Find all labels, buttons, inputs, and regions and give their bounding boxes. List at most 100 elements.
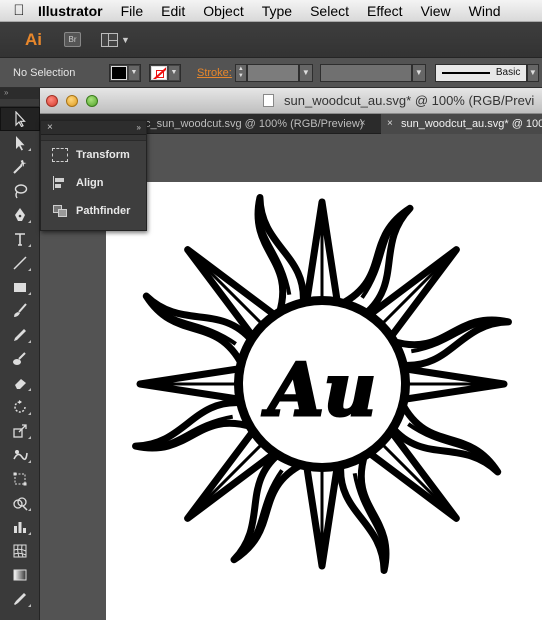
illustrator-logo: Ai	[25, 29, 42, 49]
close-panel-icon[interactable]: ×	[47, 121, 53, 135]
sun-woodcut-artwork[interactable]: Au	[124, 188, 524, 588]
blob-brush-icon	[13, 352, 26, 365]
apple-menu-icon[interactable]: 	[0, 2, 38, 19]
zoom-window-button[interactable]	[86, 95, 98, 107]
stroke-color-control[interactable]: ▼	[149, 63, 181, 82]
eyedropper-icon	[14, 593, 26, 605]
transform-icon	[52, 148, 68, 162]
pencil-tool[interactable]	[0, 323, 40, 347]
type-tool[interactable]	[0, 227, 40, 251]
stroke-weight-dropdown[interactable]: ▼	[298, 63, 313, 82]
pathfinder-icon	[52, 204, 68, 218]
svg-document-icon	[263, 94, 274, 107]
toolbox-collapse-grip[interactable]: »	[0, 88, 39, 99]
pencil-icon	[14, 329, 26, 341]
menu-select[interactable]: Select	[310, 3, 349, 19]
chevron-down-icon[interactable]: ▼	[129, 65, 139, 80]
control-bar: No Selection ▼ ▼ Stroke: ▲ ▼ ▼ ▼ Basic ▼	[0, 58, 542, 88]
wavy-flame-ray	[388, 316, 512, 369]
pen-icon	[15, 208, 25, 221]
blob-brush-tool[interactable]	[0, 347, 40, 371]
expand-panel-icon[interactable]: »	[137, 121, 141, 135]
artboard[interactable]: Au	[106, 182, 542, 620]
app-menu[interactable]: Illustrator	[38, 3, 103, 19]
menu-effect[interactable]: Effect	[367, 3, 403, 19]
rotate-tool[interactable]	[0, 395, 40, 419]
graph-tool[interactable]	[0, 515, 40, 539]
tab-sun-woodcut-au[interactable]: × sun_woodcut_au.svg* @ 100% (RGB/Prev	[381, 114, 542, 134]
warp-icon	[13, 450, 28, 461]
close-tab-icon[interactable]: ×	[355, 114, 370, 134]
fill-color-control[interactable]: ▼	[109, 63, 141, 82]
mesh-icon	[13, 544, 27, 558]
rectangle-icon	[14, 283, 26, 292]
gradient-icon	[13, 569, 27, 581]
close-tab-icon[interactable]: ×	[387, 114, 393, 134]
application-bar: Ai Br ▼	[0, 22, 542, 58]
bar-graph-icon	[14, 522, 26, 533]
menu-file[interactable]: File	[121, 3, 144, 19]
magic-wand-icon	[13, 160, 27, 174]
stroke-none-swatch[interactable]	[151, 65, 167, 80]
panel-item-label: Align	[76, 177, 104, 189]
menu-object[interactable]: Object	[203, 3, 243, 19]
arrange-documents-button[interactable]: ▼	[101, 32, 130, 47]
brush-stroke-preview	[441, 71, 490, 74]
variable-width-profile-field[interactable]	[319, 63, 412, 82]
eraser-icon	[15, 379, 26, 389]
paintbrush-tool[interactable]	[0, 299, 40, 323]
menu-view[interactable]: View	[421, 3, 451, 19]
scale-tool[interactable]	[0, 419, 40, 443]
warp-tool[interactable]	[0, 443, 40, 467]
menu-window[interactable]: Wind	[469, 3, 501, 19]
panel-item-align[interactable]: Align	[41, 169, 146, 197]
wavy-flame-ray	[132, 399, 256, 452]
toolbox-drag-grip[interactable]	[0, 99, 39, 107]
panel-item-transform[interactable]: Transform	[41, 141, 146, 169]
panel-header[interactable]: × »	[41, 121, 146, 135]
eraser-tool[interactable]	[0, 371, 40, 395]
stroke-weight-spinner[interactable]: ▲ ▼	[234, 63, 247, 82]
bridge-button[interactable]: Br	[64, 32, 81, 47]
tools-panel: »	[0, 88, 40, 620]
wavy-flame-ray	[254, 194, 307, 318]
brush-dropdown[interactable]: ▼	[526, 63, 539, 82]
free-transform-tool[interactable]	[0, 467, 40, 491]
stroke-panel-link[interactable]: Stroke:	[197, 67, 232, 79]
selection-arrow-icon	[15, 111, 26, 127]
direct-selection-tool[interactable]	[0, 131, 40, 155]
panel-item-label: Pathfinder	[76, 205, 131, 217]
menu-edit[interactable]: Edit	[161, 3, 185, 19]
selection-status: No Selection	[13, 66, 76, 79]
gradient-tool[interactable]	[0, 563, 40, 587]
rotate-icon	[14, 400, 26, 413]
minimize-window-button[interactable]	[66, 95, 78, 107]
magic-wand-tool[interactable]	[0, 155, 40, 179]
align-icon	[52, 176, 68, 190]
lasso-tool[interactable]	[0, 179, 40, 203]
tab-label: sun_woodcut_au.svg* @ 100% (RGB/Prev	[401, 118, 542, 130]
shape-builder-tool[interactable]	[0, 491, 40, 515]
pen-tool[interactable]	[0, 203, 40, 227]
profile-dropdown[interactable]: ▼	[411, 63, 426, 82]
eyedropper-tool[interactable]	[0, 587, 40, 611]
panel-item-pathfinder[interactable]: Pathfinder	[41, 197, 146, 225]
lasso-icon	[14, 184, 28, 199]
rectangle-tool[interactable]	[0, 275, 40, 299]
free-transform-icon	[13, 472, 27, 486]
arrange-grid-icon	[101, 32, 118, 47]
menu-type[interactable]: Type	[262, 3, 292, 19]
panel-item-label: Transform	[76, 149, 130, 161]
mac-menu-bar:  Illustrator File Edit Object Type Sele…	[0, 0, 542, 22]
document-title-bar[interactable]: sun_woodcut_au.svg* @ 100% (RGB/Previ	[40, 88, 542, 114]
paintbrush-icon	[14, 303, 27, 317]
fill-swatch[interactable]	[111, 65, 127, 80]
mesh-tool[interactable]	[0, 539, 40, 563]
brush-name: Basic	[495, 67, 521, 78]
selection-tool[interactable]	[0, 107, 40, 131]
brush-definition-field[interactable]: Basic	[434, 63, 527, 82]
close-window-button[interactable]	[46, 95, 58, 107]
chevron-down-icon[interactable]: ▼	[169, 65, 179, 80]
line-tool[interactable]	[0, 251, 40, 275]
stroke-weight-field[interactable]	[246, 63, 299, 82]
